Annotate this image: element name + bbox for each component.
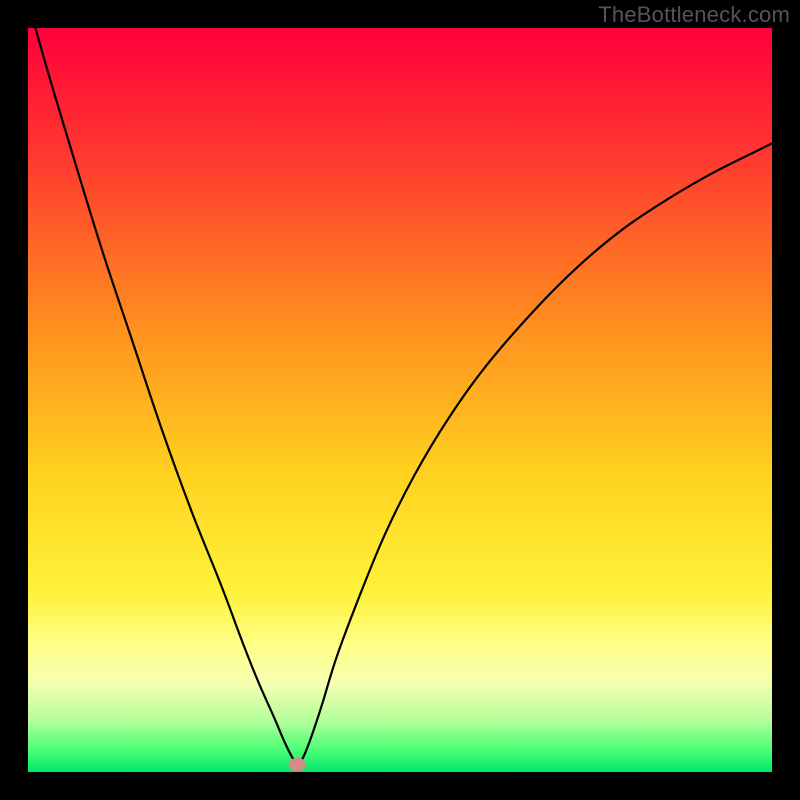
chart-frame: TheBottleneck.com <box>0 0 800 800</box>
gradient-background <box>28 28 772 772</box>
bottleneck-chart <box>28 28 772 772</box>
minimum-marker <box>288 758 306 771</box>
watermark-text: TheBottleneck.com <box>598 2 790 28</box>
